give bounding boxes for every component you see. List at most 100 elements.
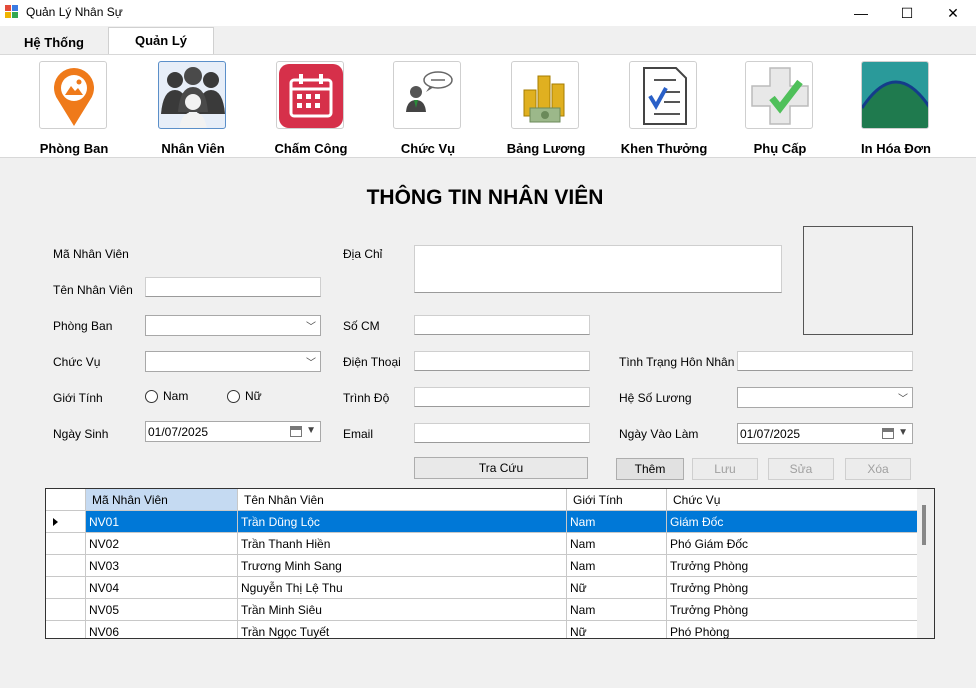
trinh-do-label: Trình Độ (343, 391, 390, 405)
xoa-button[interactable]: Xóa (845, 458, 911, 480)
radio-circle (145, 389, 158, 403)
ribbon-in-hoa-don[interactable]: In Hóa Đơn (841, 59, 951, 156)
row-header-corner (46, 489, 86, 511)
cell-ma-nv[interactable]: NV03 (86, 555, 238, 577)
mountain-icon (861, 61, 929, 129)
ribbon-bang-luong[interactable]: Bảng Lương (491, 59, 601, 156)
ngay-vao-lam-value: 01/07/2025 (740, 427, 801, 441)
luu-button[interactable]: Lưu (692, 458, 758, 480)
radio-nu[interactable]: Nữ (227, 389, 262, 403)
row-header[interactable] (46, 511, 86, 533)
ngay-vao-lam-datepicker[interactable]: 01/07/2025 ▼ (737, 423, 913, 444)
table-row[interactable]: NV04 Nguyễn Thị Lệ Thu Nữ Trưởng Phòng (46, 577, 918, 599)
cell-ma-nv[interactable]: NV04 (86, 577, 238, 599)
grid-scrollbar[interactable] (917, 489, 934, 638)
trinh-do-input[interactable] (414, 387, 590, 407)
ribbon-label: Chức Vụ (400, 141, 456, 156)
radio-nam[interactable]: Nam (145, 389, 188, 403)
row-header[interactable] (46, 577, 86, 599)
hon-nhan-label: Tình Trạng Hôn Nhân (619, 355, 735, 369)
chuc-vu-select[interactable]: ﹀ (145, 351, 321, 372)
cell-ma-nv[interactable]: NV02 (86, 533, 238, 555)
cell-ten-nv[interactable]: Trương Minh Sang (238, 555, 567, 577)
ribbon-cham-cong[interactable]: Chấm Công (256, 59, 366, 156)
calendar-icon (276, 61, 344, 129)
ribbon-label: Phụ Cấp (753, 141, 807, 156)
dia-chi-label: Địa Chỉ (343, 247, 383, 261)
gioi-tinh-label: Giới Tính (53, 391, 103, 405)
cell-chuc-vu[interactable]: Trưởng Phòng (667, 577, 918, 599)
cell-ma-nv[interactable]: NV06 (86, 621, 238, 638)
cell-chuc-vu[interactable]: Phó Giám Đốc (667, 533, 918, 555)
ngay-vao-lam-label: Ngày Vào Làm (619, 427, 699, 441)
cell-chuc-vu[interactable]: Phó Phòng (667, 621, 918, 638)
column-header-gioi-tinh[interactable]: Giới Tính (567, 489, 667, 511)
he-so-luong-select[interactable]: ﹀ (737, 387, 913, 408)
cell-gioi-tinh[interactable]: Nam (567, 555, 667, 577)
maximize-button[interactable]: ☐ (884, 0, 930, 26)
column-header-ten-nv[interactable]: Tên Nhân Viên (238, 489, 567, 511)
table-row[interactable]: NV06 Trần Ngọc Tuyết Nữ Phó Phòng (46, 621, 918, 638)
window-title: Quản Lý Nhân Sự (26, 5, 123, 19)
phong-ban-select[interactable]: ﹀ (145, 315, 321, 336)
page-title: THÔNG TIN NHÂN VIÊN (366, 186, 604, 209)
cell-chuc-vu[interactable]: Giám Đốc (667, 511, 918, 533)
speaker-icon (393, 61, 461, 129)
tab-he-thong[interactable]: Hệ Thống (8, 30, 100, 54)
table-row[interactable]: NV03 Trương Minh Sang Nam Trưởng Phòng (46, 555, 918, 577)
hon-nhan-input[interactable] (737, 351, 913, 371)
cell-gioi-tinh[interactable]: Nữ (567, 621, 667, 638)
them-button[interactable]: Thêm (616, 458, 684, 480)
employee-photo[interactable] (803, 226, 913, 335)
column-header-ma-nv[interactable]: Mã Nhân Viên (86, 489, 238, 511)
employee-grid[interactable]: Mã Nhân Viên Tên Nhân Viên Giới Tính Chứ… (45, 488, 935, 639)
cell-gioi-tinh[interactable]: Nam (567, 511, 667, 533)
ribbon-khen-thuong[interactable]: Khen Thưởng (609, 59, 719, 156)
ngay-sinh-label: Ngày Sinh (53, 427, 109, 441)
row-header[interactable] (46, 555, 86, 577)
ribbon-nhan-vien[interactable]: Nhân Viên (138, 59, 248, 156)
cell-ten-nv[interactable]: Trần Thanh Hiền (238, 533, 567, 555)
cell-ten-nv[interactable]: Trần Dũng Lộc (238, 511, 567, 533)
ten-nhan-vien-input[interactable] (145, 277, 321, 297)
ribbon-phu-cap[interactable]: Phụ Cấp (725, 59, 835, 156)
cell-chuc-vu[interactable]: Trưởng Phòng (667, 555, 918, 577)
tab-quan-ly[interactable]: Quản Lý (108, 27, 214, 55)
table-row[interactable]: NV05 Trần Minh Siêu Nam Trưởng Phòng (46, 599, 918, 621)
title-bar: Quản Lý Nhân Sự — ☐ ✕ (0, 0, 976, 26)
dia-chi-input[interactable] (414, 245, 782, 293)
ribbon-label: In Hóa Đơn (861, 141, 931, 156)
ribbon-label: Bảng Lương (506, 141, 586, 156)
row-header[interactable] (46, 599, 86, 621)
ribbon-phong-ban[interactable]: Phòng Ban (19, 59, 129, 156)
radio-nam-label: Nam (163, 389, 189, 403)
table-row[interactable]: NV02 Trần Thanh Hiền Nam Phó Giám Đốc (46, 533, 918, 555)
close-button[interactable]: ✕ (930, 0, 976, 26)
table-row[interactable]: NV01 Trần Dũng Lộc Nam Giám Đốc (46, 511, 918, 533)
cell-ten-nv[interactable]: Nguyễn Thị Lệ Thu (238, 577, 567, 599)
cell-ten-nv[interactable]: Trần Ngọc Tuyết (238, 621, 567, 638)
minimize-button[interactable]: — (838, 0, 884, 26)
so-cm-input[interactable] (414, 315, 590, 335)
row-header[interactable] (46, 621, 86, 638)
ribbon-chuc-vu[interactable]: Chức Vụ (373, 59, 483, 156)
cell-ten-nv[interactable]: Trần Minh Siêu (238, 599, 567, 621)
cell-gioi-tinh[interactable]: Nữ (567, 577, 667, 599)
cell-ma-nv[interactable]: NV01 (86, 511, 238, 533)
row-header[interactable] (46, 533, 86, 555)
cell-gioi-tinh[interactable]: Nam (567, 533, 667, 555)
ngay-sinh-datepicker[interactable]: 01/07/2025 ▼ (145, 421, 321, 442)
sua-button[interactable]: Sửa (768, 458, 834, 480)
cell-ma-nv[interactable]: NV05 (86, 599, 238, 621)
scrollbar-thumb[interactable] (922, 505, 926, 545)
email-input[interactable] (414, 423, 590, 443)
column-header-chuc-vu[interactable]: Chức Vụ (667, 489, 918, 511)
cell-gioi-tinh[interactable]: Nam (567, 599, 667, 621)
cell-chuc-vu[interactable]: Trưởng Phòng (667, 599, 918, 621)
tra-cuu-button[interactable]: Tra Cứu (414, 457, 588, 479)
ten-nhan-vien-label: Tên Nhân Viên (53, 283, 133, 297)
radio-circle (227, 389, 240, 403)
ngay-sinh-value: 01/07/2025 (148, 425, 209, 439)
dien-thoai-label: Điện Thoại (343, 355, 401, 369)
dien-thoai-input[interactable] (414, 351, 590, 371)
